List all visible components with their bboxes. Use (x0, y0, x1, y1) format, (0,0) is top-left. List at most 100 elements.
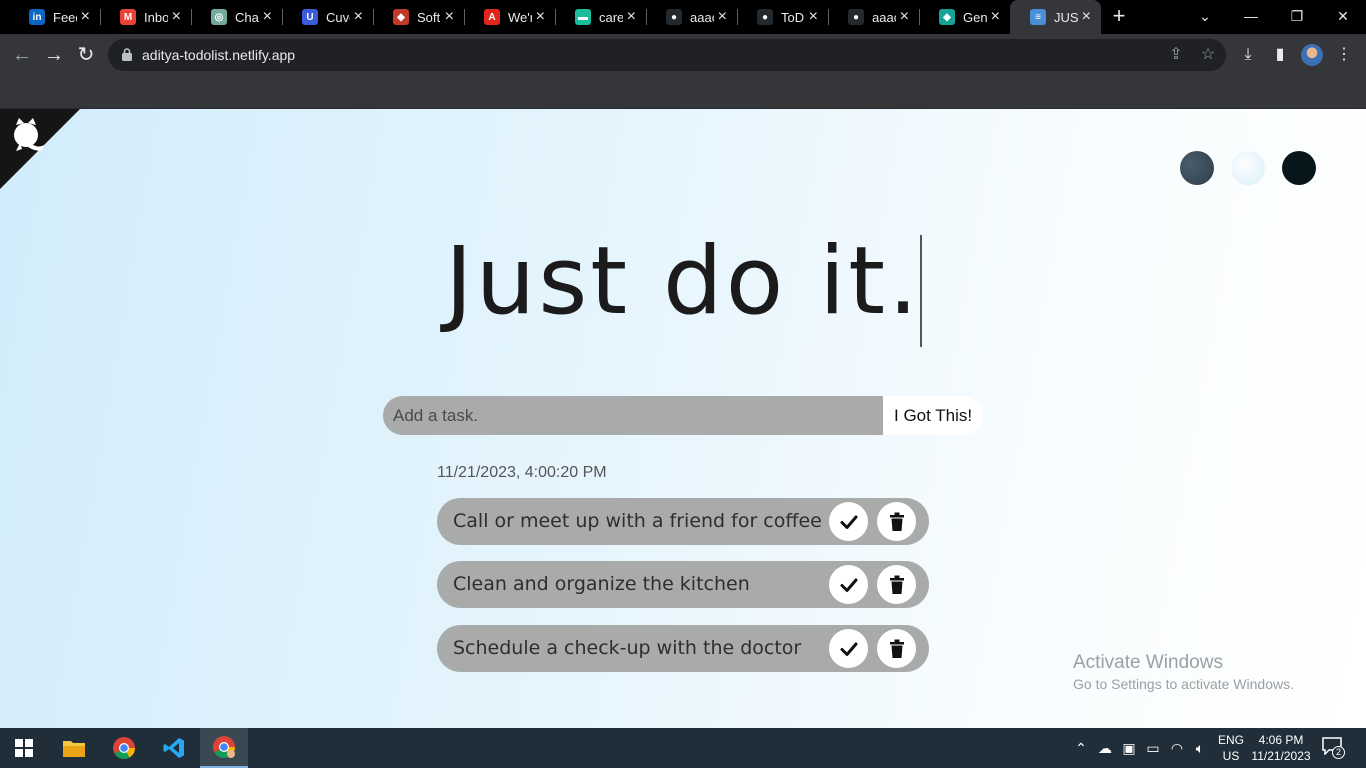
wifi-icon[interactable]: ◠ (1167, 738, 1187, 758)
tab-title: aaac (872, 9, 896, 25)
notification-center-button[interactable]: 2 (1322, 737, 1345, 759)
chevron-up-icon[interactable]: ⌃ (1071, 738, 1091, 758)
lock-icon (122, 48, 132, 61)
download-icon[interactable]: ⤓ (1236, 43, 1260, 67)
task-input[interactable] (383, 396, 883, 435)
tab-strip: inFeed×MInbox×◎Chat×UCuve×◆Soft×AWe'r×▬c… (0, 0, 1366, 34)
tab-title: Cuve (326, 9, 350, 25)
tab-softwarecompany[interactable]: ◆ Soft × (373, 0, 464, 34)
tab-title: Soft (417, 9, 441, 25)
complete-button[interactable] (829, 629, 868, 668)
vscode-button[interactable] (150, 728, 198, 768)
tab-title: Chat (235, 9, 259, 25)
timestamp: 11/21/2023, 4:00:20 PM (437, 464, 607, 481)
clock-date: 11/21/2023 (1251, 749, 1311, 763)
language-code: ENG (1218, 733, 1245, 747)
clock[interactable]: 4:06 PM 11/21/2023 (1250, 732, 1312, 764)
chrome-icon (113, 737, 135, 759)
tab-gmail[interactable]: M Inbox× (100, 0, 191, 34)
tab-linkedin[interactable]: in Feed× (9, 0, 100, 34)
close-tab-icon[interactable]: × (81, 8, 90, 26)
chrome-button[interactable] (100, 728, 148, 768)
careers-icon: ▬ (575, 9, 591, 25)
tab-gemini[interactable]: ◆ Gen × (919, 0, 1010, 34)
forward-icon[interactable]: → (41, 42, 67, 68)
todo-text: Clean and organize the kitchen (453, 573, 750, 595)
close-tab-icon[interactable]: × (263, 8, 272, 26)
list-icon: ≡ (1030, 9, 1046, 25)
close-tab-icon[interactable]: × (445, 8, 454, 26)
window-close-icon[interactable]: ✕ (1320, 0, 1366, 34)
page-title: Just do it. (445, 227, 921, 336)
tab-github[interactable]: ● aaac× (828, 0, 919, 34)
clock-time: 4:06 PM (1258, 733, 1304, 747)
tab-chatgpt[interactable]: ◎ Chat× (191, 0, 282, 34)
tab-title: JUST (1054, 9, 1078, 25)
language-indicator[interactable]: ENG US (1218, 732, 1244, 764)
adobe-icon: A (484, 9, 500, 25)
taskbar: ⌃ ☁ ▣ ▭ ◠ 🔈︎ ENG US 4:06 PM 11/21/2023 2 (0, 728, 1366, 768)
side-panel-icon[interactable]: ▮ (1268, 43, 1292, 67)
close-tab-icon[interactable]: × (900, 8, 909, 26)
notification-badge: 2 (1332, 746, 1345, 759)
theme-darker-button[interactable] (1282, 151, 1316, 185)
tab-search-icon[interactable]: ⌄ (1182, 0, 1228, 34)
activate-windows-title: Activate Windows (1073, 652, 1223, 673)
file-explorer-button[interactable] (50, 728, 98, 768)
tab-cuvette[interactable]: U Cuve× (282, 0, 373, 34)
complete-button[interactable] (829, 565, 868, 604)
trash-icon (889, 575, 904, 594)
softwarecompany-icon: ◆ (393, 9, 409, 25)
complete-button[interactable] (829, 502, 868, 541)
github-icon: ● (666, 9, 682, 25)
theme-dark-slate-button[interactable] (1180, 151, 1214, 185)
url-text: aditya-todolist.netlify.app (142, 47, 296, 63)
gemini-icon: ◆ (939, 9, 955, 25)
tab-adobe[interactable]: A We'r × (464, 0, 555, 34)
close-tab-icon[interactable]: × (991, 8, 1000, 26)
todo-text: Call or meet up with a friend for coffee (453, 510, 822, 532)
check-icon (840, 642, 857, 656)
tab-careers[interactable]: ▬ care × (555, 0, 646, 34)
address-bar[interactable]: aditya-todolist.netlify.app ⇪ ☆ (108, 39, 1226, 71)
close-tab-icon[interactable]: × (354, 8, 363, 26)
delete-button[interactable] (877, 565, 916, 604)
linkedin-icon: in (29, 9, 45, 25)
start-button[interactable] (0, 728, 48, 768)
todo-item: Call or meet up with a friend for coffee (437, 498, 929, 545)
chrome-active-button[interactable] (200, 728, 248, 768)
close-tab-icon[interactable]: × (718, 8, 727, 26)
restore-icon[interactable]: ❐ (1274, 0, 1320, 34)
add-task-button[interactable]: I Got This! (883, 396, 983, 435)
minimize-icon[interactable]: — (1228, 0, 1274, 34)
tab-github[interactable]: ● ToD × (737, 0, 828, 34)
onedrive-icon[interactable]: ☁ (1095, 738, 1115, 758)
trash-icon (889, 512, 904, 531)
share-icon[interactable]: ⇪ (1166, 45, 1186, 65)
reload-icon[interactable]: ↻ (73, 42, 99, 68)
menu-icon[interactable]: ⋮ (1332, 43, 1356, 67)
tab-title: aaac (690, 9, 714, 25)
tab-github[interactable]: ● aaac× (646, 0, 737, 34)
meet-icon[interactable]: ▣ (1119, 738, 1139, 758)
theme-light-button[interactable] (1231, 151, 1265, 185)
volume-icon[interactable]: 🔈︎ (1190, 738, 1210, 758)
new-tab-icon[interactable]: + (1108, 5, 1130, 27)
delete-button[interactable] (877, 629, 916, 668)
delete-button[interactable] (877, 502, 916, 541)
close-tab-icon[interactable]: × (809, 8, 818, 26)
close-tab-icon[interactable]: × (172, 8, 181, 26)
close-tab-icon[interactable]: × (536, 8, 545, 26)
bookmark-star-icon[interactable]: ☆ (1198, 45, 1218, 65)
github-octocat-icon[interactable] (0, 109, 80, 189)
back-icon[interactable]: ← (9, 42, 35, 68)
close-tab-icon[interactable]: × (627, 8, 636, 26)
cuvette-icon: U (302, 9, 318, 25)
close-tab-icon[interactable]: × (1082, 8, 1091, 26)
keyboard-region: US (1222, 749, 1240, 763)
tab-title: Gen (963, 9, 987, 25)
tab-list[interactable]: ≡ JUST× (1010, 0, 1101, 34)
battery-icon[interactable]: ▭ (1143, 738, 1163, 758)
bookmarks-bar (0, 76, 1366, 109)
profile-avatar[interactable] (1301, 44, 1323, 66)
